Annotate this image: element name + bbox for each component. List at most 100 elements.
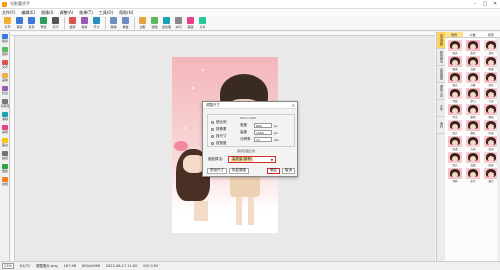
- left-tool-button[interactable]: 画笔: [0, 71, 10, 84]
- left-tool-button[interactable]: 消除: [0, 110, 10, 123]
- left-tool-button[interactable]: 裁剪: [0, 32, 10, 45]
- thumbnail-face: [488, 60, 494, 66]
- menu-item[interactable]: 图像(I): [41, 10, 53, 16]
- thumbnail-caption: 蓝调: [488, 148, 494, 151]
- left-tool-button[interactable]: 马赛克: [0, 97, 10, 110]
- toolbar-button[interactable]: 裁剪: [79, 17, 90, 30]
- side-tab-label: 素材: [439, 122, 444, 128]
- left-tool-button[interactable]: 边框: [0, 175, 10, 188]
- effect-thumbnail[interactable]: 复古: [447, 104, 463, 119]
- ok-button[interactable]: 确定: [267, 167, 280, 174]
- left-tool-button[interactable]: 旋转: [0, 45, 10, 58]
- thumbnail-caption: 粉嫩: [488, 68, 494, 71]
- effects-grid: 唯美 甜美 清新 糖果 温暖 粉嫩 柔光 淡雅 日系 可爱 梦幻 少女 复古 暖阳 蜜桃 胶片 樱花 奶油 浪漫 冷调…: [445, 38, 500, 185]
- toolbar-icon: [16, 17, 23, 24]
- algorithm-select[interactable]: 高质量(推荐) ▼: [228, 156, 276, 163]
- radio-by-size[interactable]: 按尺寸: [211, 134, 227, 139]
- zoom-level[interactable]: 23%: [2, 263, 14, 269]
- toolbar-button[interactable]: 重做: [120, 17, 131, 30]
- toolbar-button-label: 另存: [28, 25, 35, 29]
- window-title: 光影魔术手: [10, 1, 30, 6]
- thumbnail-face: [488, 76, 494, 82]
- panel-tab[interactable]: 风景: [482, 32, 500, 37]
- radio-by-ratio[interactable]: 按比例: [211, 120, 227, 125]
- toolbar-icon: [4, 17, 11, 24]
- effect-thumbnail[interactable]: 淡雅: [465, 72, 481, 87]
- thumbnail-image: [484, 40, 498, 51]
- left-tool-button[interactable]: 瘦脸: [0, 162, 10, 175]
- effect-thumbnail[interactable]: 糖果: [447, 56, 463, 71]
- thumbnail-image: [466, 56, 480, 67]
- effect-thumbnail[interactable]: 胶片: [447, 120, 463, 135]
- left-tool-button[interactable]: 祛痘: [0, 149, 10, 162]
- width-input[interactable]: 800: [254, 123, 272, 128]
- toolbar-button[interactable]: 打印: [50, 17, 61, 30]
- effect-thumbnail[interactable]: 柔光: [447, 72, 463, 87]
- toolbar-button[interactable]: 撤销: [108, 17, 119, 30]
- thumbnail-image: [448, 104, 462, 115]
- menu-item[interactable]: 调整(A): [59, 10, 73, 16]
- effect-thumbnail[interactable]: 梦幻: [465, 88, 481, 103]
- thumbnail-caption: 复古: [452, 116, 458, 119]
- close-icon[interactable]: ✕: [490, 0, 500, 8]
- menu-item[interactable]: 帮助(H): [119, 10, 133, 16]
- effect-thumbnail[interactable]: 清透: [465, 152, 481, 167]
- toolbar-button[interactable]: 保存: [14, 17, 25, 30]
- toolbar-button[interactable]: 拼图: [149, 17, 160, 30]
- cancel-button[interactable]: 取消: [282, 167, 295, 174]
- effect-thumbnail[interactable]: 樱花: [465, 120, 481, 135]
- dialog-close-icon[interactable]: ✕: [292, 103, 295, 108]
- left-tool-button[interactable]: 涂鸦: [0, 123, 10, 136]
- effect-thumbnail[interactable]: 星光: [465, 168, 481, 183]
- left-tool-button[interactable]: 文字: [0, 58, 10, 71]
- toolbar-button[interactable]: 另存: [26, 17, 37, 30]
- menu-item[interactable]: 效果(T): [79, 10, 93, 16]
- panel-tab[interactable]: 人像: [463, 32, 481, 37]
- restore-original-button[interactable]: 恢复原图: [229, 167, 249, 174]
- toolbar-button[interactable]: 尺寸: [91, 17, 102, 30]
- toolbar-button[interactable]: 边框: [137, 17, 148, 30]
- toolbar-button[interactable]: 预览: [38, 17, 49, 30]
- keep-ratio-note[interactable]: 保持原图比例: [237, 149, 255, 153]
- effect-thumbnail[interactable]: 暖阳: [465, 104, 481, 119]
- effect-thumbnail[interactable]: 甜美: [465, 40, 481, 55]
- effect-thumbnail[interactable]: 唯美: [447, 40, 463, 55]
- effect-thumbnail[interactable]: 可爱: [447, 88, 463, 103]
- height-input[interactable]: 1066: [254, 130, 272, 135]
- minimize-icon[interactable]: –: [470, 0, 480, 8]
- radio-icon: [211, 128, 214, 131]
- effect-thumbnail[interactable]: 浪漫: [447, 136, 463, 151]
- effect-thumbnail[interactable]: 黑白: [447, 152, 463, 167]
- width-label: 宽度: [240, 123, 247, 127]
- left-tool-button[interactable]: 标注: [0, 84, 10, 97]
- menu-item[interactable]: 工具(O): [99, 10, 113, 16]
- menu-item[interactable]: 文件(F): [2, 10, 15, 16]
- effect-thumbnail[interactable]: 温暖: [465, 56, 481, 71]
- radio-label: 按宽度: [216, 141, 227, 145]
- effect-thumbnail[interactable]: 经典: [447, 168, 463, 183]
- side-tab-label: 数码暗房: [439, 51, 444, 63]
- side-tab-label: 便捷工具: [439, 85, 444, 97]
- toolbar-button[interactable]: 批处理: [161, 17, 172, 30]
- menu-item[interactable]: 编辑(E): [21, 10, 35, 16]
- effect-thumbnail[interactable]: 冷调: [465, 136, 481, 151]
- page-counter: 61/72: [19, 264, 30, 268]
- thumbnail-caption: 清新: [488, 52, 494, 55]
- toolbar-button[interactable]: 分享: [197, 17, 208, 30]
- tool-label: 裁剪: [1, 39, 8, 43]
- radio-by-pixel[interactable]: 按像素: [211, 127, 227, 132]
- thumbnail-face: [470, 44, 476, 50]
- thumbnail-image: [466, 104, 480, 115]
- toolbar-button[interactable]: 美容: [185, 17, 196, 30]
- panel-tab[interactable]: 场景: [445, 32, 464, 37]
- radio-by-width[interactable]: 按宽度: [211, 141, 227, 146]
- left-tool-button[interactable]: 美白: [0, 136, 10, 149]
- maximize-icon[interactable]: □: [480, 0, 490, 8]
- toolbar-button[interactable]: 水印: [173, 17, 184, 30]
- toolbar-button[interactable]: 打开: [2, 17, 13, 30]
- toolbar-button-label: 水印: [175, 25, 182, 29]
- resolution-input[interactable]: 72: [254, 137, 272, 142]
- toolbar-button[interactable]: 旋转: [67, 17, 78, 30]
- preset-size-button[interactable]: 预设尺寸: [207, 167, 227, 174]
- figure-leg: [236, 197, 242, 225]
